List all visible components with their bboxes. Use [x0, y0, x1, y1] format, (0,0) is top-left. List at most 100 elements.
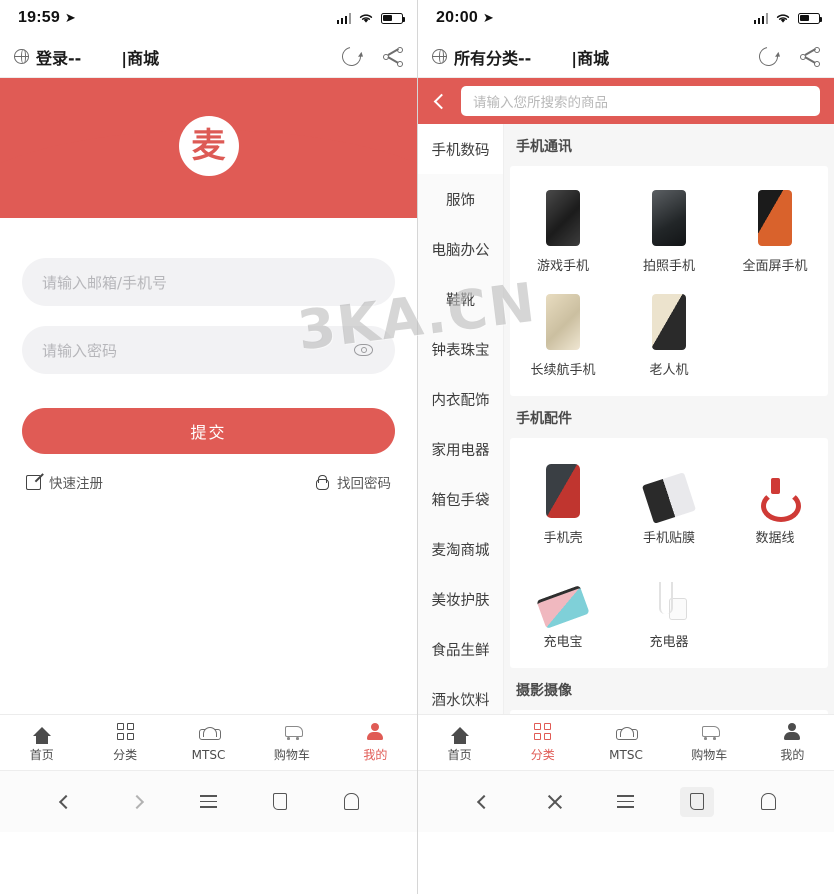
register-link[interactable]: 快速注册	[26, 472, 103, 492]
sidebar-item-3[interactable]: 鞋靴	[418, 274, 503, 324]
back-icon[interactable]	[467, 787, 501, 817]
tab-cart-label: 购物车	[691, 746, 727, 763]
location-arrow-icon: ➤	[65, 11, 76, 26]
tab-mine[interactable]: 我的	[751, 722, 834, 763]
product-label: 拍照手机	[643, 255, 695, 274]
section-grid-1: 手机壳 手机贴膜 数据线 充电宝	[510, 438, 828, 668]
sidebar-item-8[interactable]: 麦淘商城	[418, 524, 503, 574]
battery-icon	[381, 13, 403, 24]
sidebar-item-10[interactable]: 食品生鲜	[418, 624, 503, 674]
sidebar-item-1[interactable]: 服饰	[418, 174, 503, 224]
share-icon[interactable]	[800, 47, 820, 67]
tab-mtsc[interactable]: MTSC	[167, 724, 250, 762]
left-status-bar: 19:59 ➤	[0, 0, 417, 36]
tabs-icon[interactable]	[680, 787, 714, 817]
refresh-icon[interactable]	[338, 43, 364, 69]
location-arrow-icon: ➤	[483, 11, 494, 26]
menu-icon[interactable]	[191, 787, 225, 817]
login-hero-banner: 麦	[0, 78, 417, 218]
right-system-nav	[418, 770, 834, 832]
home-icon[interactable]	[334, 787, 368, 817]
sidebar-item-0[interactable]: 手机数码	[418, 124, 503, 174]
product-label: 全面屏手机	[742, 255, 807, 274]
tab-category[interactable]: 分类	[501, 722, 584, 763]
status-indicators	[754, 12, 821, 24]
signal-icon	[754, 13, 769, 24]
left-phone-screen: 19:59 ➤ 登录-- |商城	[0, 0, 417, 894]
page-title-prefix: 所有分类--	[454, 45, 531, 69]
product-label: 充电宝	[543, 631, 582, 650]
forgot-password-link[interactable]: 找回密码	[314, 472, 391, 492]
tab-home[interactable]: 首页	[418, 722, 501, 763]
password-field[interactable]: 请输入密码	[22, 326, 395, 374]
chevron-left-icon[interactable]	[434, 93, 450, 109]
tab-cart[interactable]: 购物车	[668, 722, 751, 763]
tab-category[interactable]: 分类	[83, 722, 166, 763]
sidebar-item-6[interactable]: 家用电器	[418, 424, 503, 474]
right-browser-toolbar: 所有分类-- |商城	[418, 36, 834, 78]
edit-icon	[26, 475, 41, 490]
app-logo: 麦	[179, 116, 239, 176]
product-cell[interactable]: 手机壳	[510, 448, 616, 552]
product-cell[interactable]: 手机贴膜	[616, 448, 722, 552]
tab-mine-label: 我的	[363, 746, 387, 763]
tab-mine[interactable]: 我的	[334, 722, 417, 763]
tab-cart-label: 购物车	[274, 746, 310, 763]
product-cell-empty	[722, 280, 828, 384]
sidebar-item-9[interactable]: 美妆护肤	[418, 574, 503, 624]
status-time: 19:59	[18, 9, 60, 27]
redacted-block	[531, 49, 571, 65]
tab-home[interactable]: 首页	[0, 722, 83, 763]
tab-mine-label: 我的	[780, 746, 804, 763]
tab-mtsc[interactable]: MTSC	[584, 724, 667, 762]
search-header: 请输入您所搜索的商品	[418, 78, 834, 124]
sidebar-item-7[interactable]: 箱包手袋	[418, 474, 503, 524]
home-icon[interactable]	[751, 787, 785, 817]
wifi-icon	[775, 12, 791, 24]
password-placeholder: 请输入密码	[42, 340, 117, 361]
submit-button[interactable]: 提交	[22, 408, 395, 454]
sidebar-item-4[interactable]: 钟表珠宝	[418, 324, 503, 374]
product-cell[interactable]: 充电器	[616, 552, 722, 656]
refresh-icon[interactable]	[755, 43, 781, 69]
back-icon[interactable]	[49, 787, 83, 817]
page-title: 登录-- |商城	[36, 45, 159, 69]
product-cell[interactable]: 游戏手机	[510, 176, 616, 280]
product-cell[interactable]: 老人机	[616, 280, 722, 384]
eye-icon[interactable]	[354, 344, 373, 356]
right-phone-screen: 20:00 ➤ 所有分类-- |商城	[417, 0, 834, 894]
tab-cart[interactable]: 购物车	[250, 722, 333, 763]
close-icon[interactable]	[538, 787, 572, 817]
product-cell[interactable]: 拍照手机	[616, 176, 722, 280]
share-icon[interactable]	[383, 47, 403, 67]
section-title-1: 手机配件	[504, 396, 834, 438]
tab-category-label: 分类	[531, 746, 555, 763]
menu-icon[interactable]	[609, 787, 643, 817]
product-cell[interactable]: 充电宝	[510, 552, 616, 656]
category-sidebar[interactable]: 手机数码 服饰 电脑办公 鞋靴 钟表珠宝 内衣配饰 家用电器 箱包手袋 麦淘商城…	[418, 124, 504, 766]
sidebar-item-5[interactable]: 内衣配饰	[418, 374, 503, 424]
account-field[interactable]: 请输入邮箱/手机号	[22, 258, 395, 306]
account-placeholder: 请输入邮箱/手机号	[42, 272, 167, 293]
product-cell[interactable]: 全面屏手机	[722, 176, 828, 280]
phone-case-icon	[534, 456, 592, 518]
sidebar-item-2[interactable]: 电脑办公	[418, 224, 503, 274]
product-cell-empty	[722, 552, 828, 656]
section-title-2: 摄影摄像	[504, 668, 834, 710]
screen-film-icon	[640, 456, 698, 518]
tab-home-label: 首页	[30, 746, 54, 763]
product-label: 数据线	[755, 527, 794, 546]
phone-gold2-icon	[640, 288, 698, 350]
status-indicators	[337, 12, 404, 24]
search-input[interactable]: 请输入您所搜索的商品	[461, 86, 820, 116]
usb-cable-icon	[746, 456, 804, 518]
right-status-bar: 20:00 ➤	[418, 0, 834, 36]
product-cell[interactable]: 长续航手机	[510, 280, 616, 384]
tabs-icon[interactable]	[263, 787, 297, 817]
battery-icon	[798, 13, 820, 24]
forward-icon[interactable]	[120, 787, 154, 817]
tab-category-label: 分类	[113, 746, 137, 763]
product-cell[interactable]: 数据线	[722, 448, 828, 552]
grid-icon	[534, 722, 551, 741]
section-grid-0: 游戏手机 拍照手机 全面屏手机 长续航手机	[510, 166, 828, 396]
